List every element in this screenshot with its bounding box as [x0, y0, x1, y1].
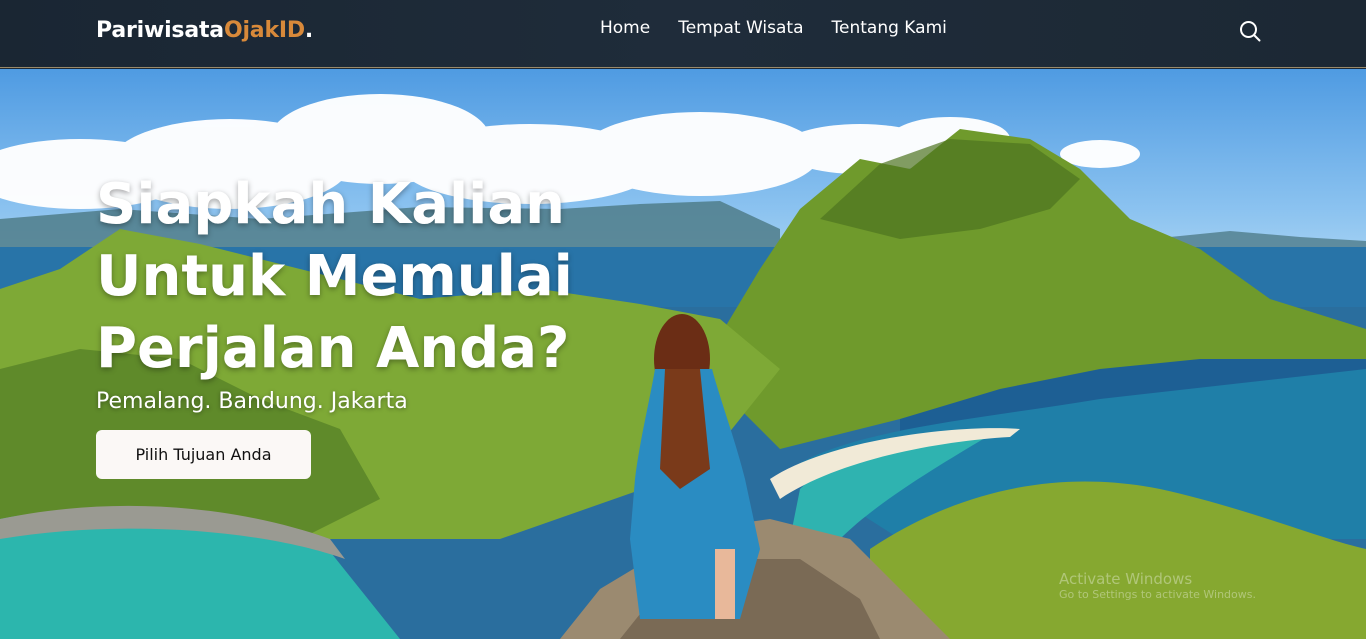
hero-section: Siapkah Kalian Untuk Memulai Perjalan An… — [0, 69, 1366, 639]
search-icon — [1240, 21, 1261, 42]
hero-title-line-3: Perjalan Anda? — [96, 316, 570, 381]
logo-main: Pariwisata — [96, 18, 224, 43]
windows-activation-watermark: Activate Windows Go to Settings to activ… — [1059, 570, 1256, 601]
watermark-line-2: Go to Settings to activate Windows. — [1058, 588, 1256, 601]
logo-dot: . — [304, 18, 314, 43]
hero-title: Siapkah Kalian Untuk Memulai Perjalan An… — [96, 169, 616, 385]
navbar: PariwisataOjakID. Home Tempat Wisata Ten… — [0, 0, 1366, 68]
hero-title-line-2: Untuk Memulai — [96, 244, 573, 309]
logo-accent: OjakID — [223, 18, 305, 43]
site-logo[interactable]: PariwisataOjakID. — [96, 18, 313, 43]
nav-link-home[interactable]: Home — [600, 18, 650, 38]
hero-subtitle: Pemalang. Bandung. Jakarta — [96, 389, 408, 414]
nav-link-tentang-kami[interactable]: Tentang Kami — [832, 18, 947, 38]
search-button[interactable] — [1238, 19, 1262, 43]
hero-content: Siapkah Kalian Untuk Memulai Perjalan An… — [96, 169, 616, 479]
choose-destination-button[interactable]: Pilih Tujuan Anda — [96, 430, 311, 479]
main-nav: Home Tempat Wisata Tentang Kami — [600, 18, 975, 38]
watermark-line-1: Activate Windows — [1058, 570, 1193, 588]
hero-title-line-1: Siapkah Kalian — [96, 172, 566, 237]
nav-link-tempat-wisata[interactable]: Tempat Wisata — [678, 18, 803, 38]
